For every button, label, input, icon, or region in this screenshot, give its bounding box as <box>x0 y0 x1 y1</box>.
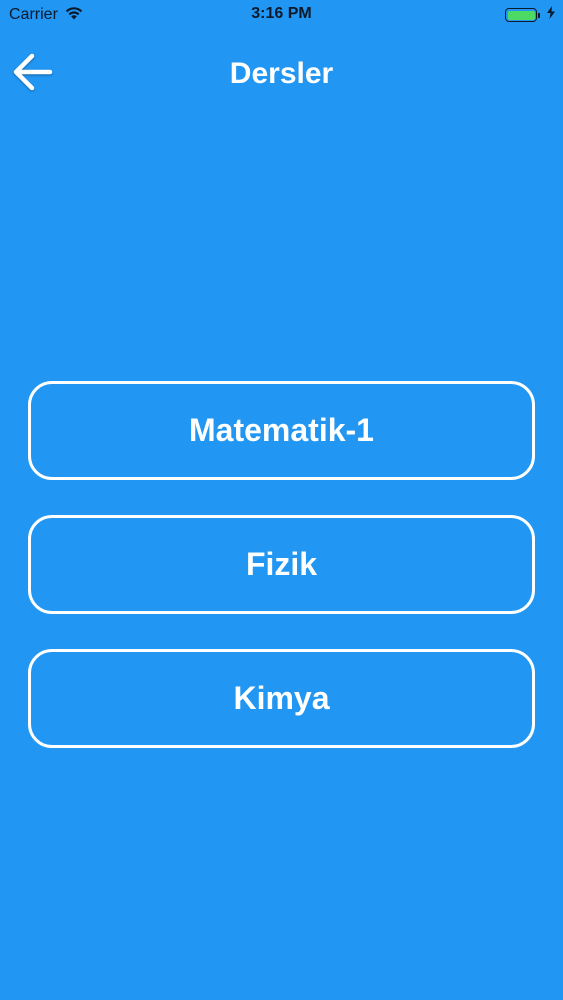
course-label: Matematik-1 <box>189 412 374 448</box>
course-button-fizik[interactable]: Fizik <box>28 515 535 614</box>
status-time: 3:16 PM <box>251 5 312 22</box>
course-button-kimya[interactable]: Kimya <box>28 649 535 748</box>
status-right <box>505 5 555 25</box>
battery-level <box>507 10 535 20</box>
course-label: Kimya <box>233 680 330 716</box>
battery-icon <box>505 8 540 22</box>
course-button-matematik-1[interactable]: Matematik-1 <box>28 381 535 480</box>
status-bar: Carrier 3:16 PM <box>0 0 563 30</box>
page-title: Dersler <box>229 57 334 90</box>
course-list: Matematik-1 Fizik Kimya <box>28 381 535 783</box>
charging-bolt-icon <box>547 6 555 24</box>
app-bar: Dersler <box>0 30 563 118</box>
course-label: Fizik <box>245 546 318 582</box>
